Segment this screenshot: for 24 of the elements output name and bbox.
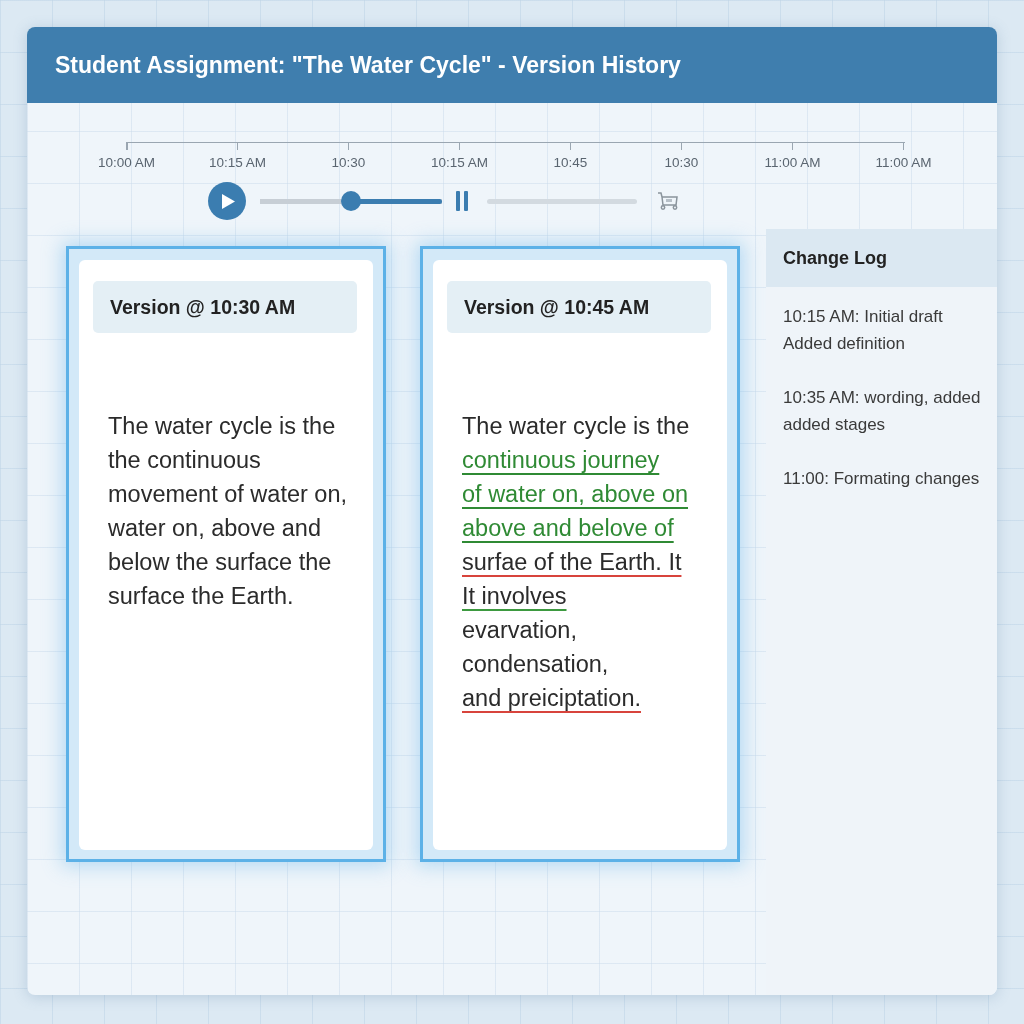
timeline-track[interactable]	[487, 198, 637, 204]
time-label: 10:30	[664, 155, 699, 171]
time-label: 10:15 AM	[430, 155, 488, 171]
log-entry: 10:35 AM: wording, added added stages	[783, 387, 982, 436]
log-entry: 10:15 AM: Initial draft Added definition	[783, 306, 944, 355]
time-label: 10:00 AM	[97, 155, 155, 171]
version-title: Version @ 10:45 AM	[447, 281, 711, 333]
log-entry: 11:00: Formating changes	[783, 468, 981, 490]
play-icon	[222, 193, 235, 209]
play-button[interactable]	[208, 182, 246, 220]
cart-icon[interactable]	[657, 192, 679, 210]
slider-thumb[interactable]	[341, 191, 361, 211]
version-text: The water cycle is the the continuous movement of water on, water on, above and below the surface the surface the Earth.	[108, 412, 349, 611]
window-title: Student Assignment: "The Water Cycle" - Version History	[55, 51, 681, 79]
time-label: 11:00 AM	[764, 155, 821, 171]
pause-button[interactable]	[456, 191, 468, 211]
version-title: Version @ 10:30 AM	[93, 281, 357, 333]
time-label: 10:45	[553, 155, 588, 171]
time-label: 10:15 AM	[208, 155, 266, 171]
time-label: 10:30	[331, 155, 366, 171]
time-label: 11:00 AM	[875, 155, 932, 171]
change-log-title: Change Log	[766, 229, 997, 287]
version-text: The water cycle is the continuous journey of water on, above on above and belove of surfae of the Earth. It It involves evarvation, condensation, and preiciptation.	[462, 412, 691, 713]
pause-icon	[456, 191, 468, 211]
